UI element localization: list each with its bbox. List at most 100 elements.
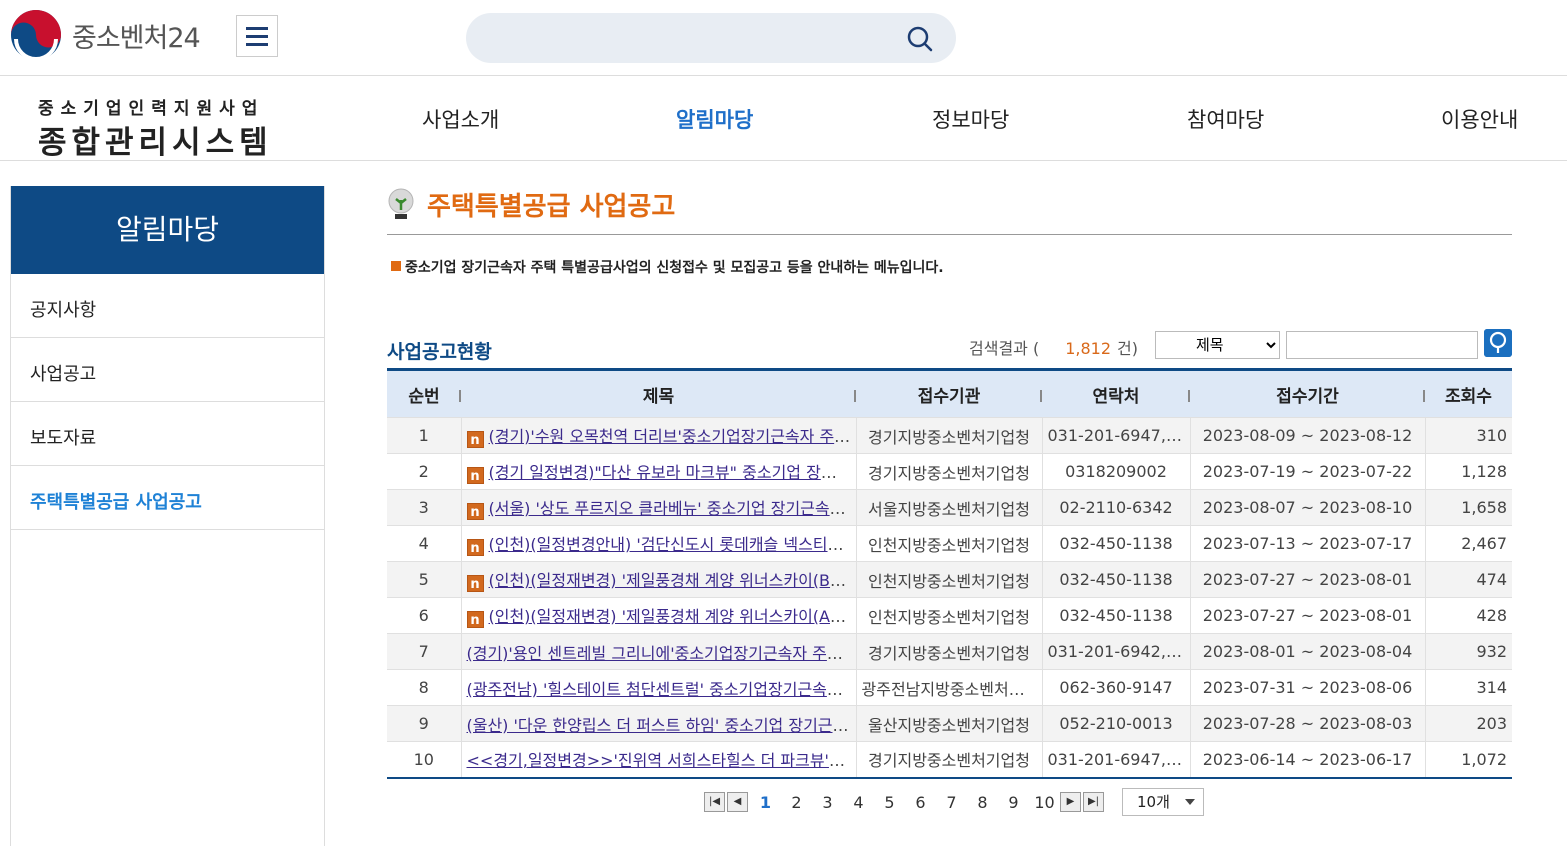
pagination: |◀ ◀ 1 2 3 4 5 6 7 8 9 10 ▶ ▶| — [704, 787, 1106, 817]
last-page-button[interactable]: ▶| — [1083, 792, 1104, 812]
next-page-button[interactable]: ▶ — [1060, 792, 1081, 812]
gnb-item-notice[interactable]: 알림마당 — [676, 104, 753, 134]
cell-views: 932 — [1424, 633, 1512, 670]
result-count: 검색결과 (1,812 건) — [969, 335, 1138, 359]
page-number-link[interactable]: 5 — [874, 793, 905, 812]
search-field-select[interactable]: 제목 — [1155, 331, 1280, 359]
page-number-link[interactable]: 10 — [1029, 793, 1060, 812]
announcement-link[interactable]: (울산) '다운 한양립스 더 퍼스트 하임' 중소기업 장기근속자 주택 특별… — [467, 716, 857, 735]
gnb-item-info[interactable]: 정보마당 — [932, 104, 1009, 134]
cell-title: n (서울) '상도 푸르지오 클라베뉴' 중소기업 장기근속자 주택 특별공급 — [460, 489, 857, 526]
cell-views: 314 — [1424, 669, 1512, 706]
page-number-link[interactable]: 1 — [750, 793, 781, 812]
cell-org: 서울지방중소벤처기업청 — [855, 489, 1042, 526]
side-nav-item-press[interactable]: 보도자료 — [11, 402, 324, 466]
table-row[interactable]: 3n (서울) '상도 푸르지오 클라베뉴' 중소기업 장기근속자 주택 특별공급… — [387, 489, 1512, 526]
cell-org: 경기지방중소벤처기업청 — [855, 453, 1042, 490]
side-nav-item-housing[interactable]: 주택특별공급 사업공고 — [11, 466, 324, 530]
cell-org: 경기지방중소벤처기업청 — [855, 417, 1042, 454]
cell-period: 2023-07-13 ~ 2023-07-17 — [1189, 525, 1425, 562]
global-search-input[interactable] — [486, 23, 896, 53]
new-badge-icon: n — [466, 611, 484, 628]
cell-period: 2023-08-07 ~ 2023-08-10 — [1189, 489, 1425, 526]
table-row[interactable]: 8 (광주전남) '힐스테이트 첨단센트럴' 중소기업장기근속자 주택 특별공급광… — [387, 669, 1512, 706]
page-number-link[interactable]: 4 — [843, 793, 874, 812]
page-number-link[interactable]: 7 — [936, 793, 967, 812]
gnb-item-intro[interactable]: 사업소개 — [422, 104, 499, 134]
search-icon[interactable] — [906, 25, 934, 53]
gnb-item-participation[interactable]: 참여마당 — [1187, 104, 1264, 134]
new-badge-icon: n — [466, 467, 484, 484]
column-header-views: 조회수 — [1445, 386, 1492, 407]
table-row[interactable]: 2n (경기 일정변경)"다산 유보라 마크뷰" 중소기업 장기근속자 주택 특별… — [387, 453, 1512, 490]
cell-period: 2023-07-28 ~ 2023-08-03 — [1189, 705, 1425, 742]
cell-title: n (경기 일정변경)"다산 유보라 마크뷰" 중소기업 장기근속자 주택 특별공… — [460, 453, 857, 490]
page-title: 주택특별공급 사업공고 — [427, 192, 676, 222]
announcement-link[interactable]: <<경기,일정변경>>'진위역 서희스타힐스 더 파크뷰'중소기업 장기근속자 — [467, 751, 857, 770]
table-row[interactable]: 9 (울산) '다운 한양립스 더 퍼스트 하임' 중소기업 장기근속자 주택 특… — [387, 705, 1512, 742]
list-title: 사업공고현황 — [387, 341, 492, 363]
page-number-link[interactable]: 3 — [812, 793, 843, 812]
hamburger-menu-button[interactable] — [236, 15, 278, 57]
table-row[interactable]: 10 <<경기,일정변경>>'진위역 서희스타힐스 더 파크뷰'중소기업 장기근속… — [387, 741, 1512, 779]
cell-period: 2023-06-14 ~ 2023-06-17 — [1189, 741, 1425, 779]
announcement-link[interactable]: (인천)(일정변경안내) '검단신도시 롯데캐슬 넥스티엘' 중소기업 장기근속… — [489, 535, 857, 554]
announcement-link[interactable]: (경기 일정변경)"다산 유보라 마크뷰" 중소기업 장기근속자 주택 특별공급 — [489, 463, 857, 482]
gnb-item-guide[interactable]: 이용안내 — [1441, 104, 1518, 134]
cell-views: 1,658 — [1424, 489, 1512, 526]
page-description-text: 중소기업 장기근속자 주택 특별공급사업의 신청접수 및 모집공고 등을 안내하… — [405, 260, 944, 276]
logo-text: 중소벤처24 — [72, 22, 201, 54]
announcement-link[interactable]: (인천)(일정재변경) '제일풍경채 계양 위너스카이(B블록)' 중소기업 장… — [489, 571, 857, 590]
cell-tel: 032-450-1138 — [1041, 597, 1190, 634]
cell-title: n (경기)'수원 오목천역 더리브'중소기업장기근속자 주택 특별공급 안내 — [460, 417, 857, 454]
taeguk-emblem-icon — [11, 10, 61, 61]
result-prefix: 검색결과 ( — [969, 339, 1040, 358]
first-page-button[interactable]: |◀ — [704, 792, 725, 812]
chevron-down-icon — [1185, 799, 1195, 805]
top-bar: 중소벤처24 — [0, 0, 1567, 76]
announcement-link[interactable]: (경기)'수원 오목천역 더리브'중소기업장기근속자 주택 특별공급 안내 — [489, 427, 857, 446]
new-badge-icon: n — [466, 503, 484, 520]
keyword-input[interactable] — [1286, 331, 1478, 359]
table-row[interactable]: 4n (인천)(일정변경안내) '검단신도시 롯데캐슬 넥스티엘' 중소기업 장기… — [387, 525, 1512, 562]
table-row[interactable]: 7 (경기)'용인 센트레빌 그리니에'중소기업장기근속자 주택 특별공급 안내경… — [387, 633, 1512, 670]
cell-no: 2 — [387, 453, 461, 490]
cell-period: 2023-07-27 ~ 2023-08-01 — [1189, 561, 1425, 598]
cell-no: 10 — [387, 741, 461, 779]
announcement-link[interactable]: (경기)'용인 센트레빌 그리니에'중소기업장기근속자 주택 특별공급 안내 — [467, 644, 857, 663]
column-header-title: 제목 — [461, 370, 856, 418]
system-title[interactable]: 중소기업인력지원사업 종합관리시스템 — [38, 94, 273, 162]
search-button-icon[interactable] — [1484, 329, 1512, 357]
page-number-link[interactable]: 2 — [781, 793, 812, 812]
cell-period: 2023-07-27 ~ 2023-08-01 — [1189, 597, 1425, 634]
table-row[interactable]: 1n (경기)'수원 오목천역 더리브'중소기업장기근속자 주택 특별공급 안내경… — [387, 417, 1512, 454]
cell-tel: 031-201-6947,6942 — [1041, 741, 1190, 779]
cell-tel: 0318209002 — [1041, 453, 1190, 490]
cell-title: n (인천)(일정재변경) '제일풍경채 계양 위너스카이(B블록)' 중소기업 … — [460, 561, 857, 598]
cell-period: 2023-07-31 ~ 2023-08-06 — [1189, 669, 1425, 706]
cell-no: 6 — [387, 597, 461, 634]
cell-period: 2023-07-19 ~ 2023-07-22 — [1189, 453, 1425, 490]
prev-page-button[interactable]: ◀ — [727, 792, 748, 812]
side-nav-item-announcement[interactable]: 사업공고 — [11, 338, 324, 402]
announcement-link[interactable]: (인천)(일정재변경) '제일풍경채 계양 위너스카이(A블록)' 중소기업 장… — [489, 607, 857, 626]
cell-no: 5 — [387, 561, 461, 598]
orange-square-icon — [391, 261, 401, 271]
side-nav-item-notice[interactable]: 공지사항 — [11, 274, 324, 338]
announcement-link[interactable]: (광주전남) '힐스테이트 첨단센트럴' 중소기업장기근속자 주택 특별공급 — [467, 680, 857, 699]
page-number-link[interactable]: 6 — [905, 793, 936, 812]
cell-views: 1,128 — [1424, 453, 1512, 490]
announcement-link[interactable]: (서울) '상도 푸르지오 클라베뉴' 중소기업 장기근속자 주택 특별공급 — [489, 499, 857, 518]
system-subtitle: 중소기업인력지원사업 — [38, 99, 265, 119]
per-page-value: 10개 — [1137, 793, 1170, 811]
page-number-link[interactable]: 9 — [998, 793, 1029, 812]
cell-no: 7 — [387, 633, 461, 670]
table-row[interactable]: 5n (인천)(일정재변경) '제일풍경채 계양 위너스카이(B블록)' 중소기업… — [387, 561, 1512, 598]
page-number-link[interactable]: 8 — [967, 793, 998, 812]
cell-no: 1 — [387, 417, 461, 454]
cell-period: 2023-08-01 ~ 2023-08-04 — [1189, 633, 1425, 670]
table-row[interactable]: 6n (인천)(일정재변경) '제일풍경채 계양 위너스카이(A블록)' 중소기업… — [387, 597, 1512, 634]
site-logo[interactable]: 중소벤처24 — [10, 8, 201, 62]
cell-tel: 032-450-1138 — [1041, 525, 1190, 562]
per-page-select[interactable]: 10개 — [1122, 788, 1204, 816]
